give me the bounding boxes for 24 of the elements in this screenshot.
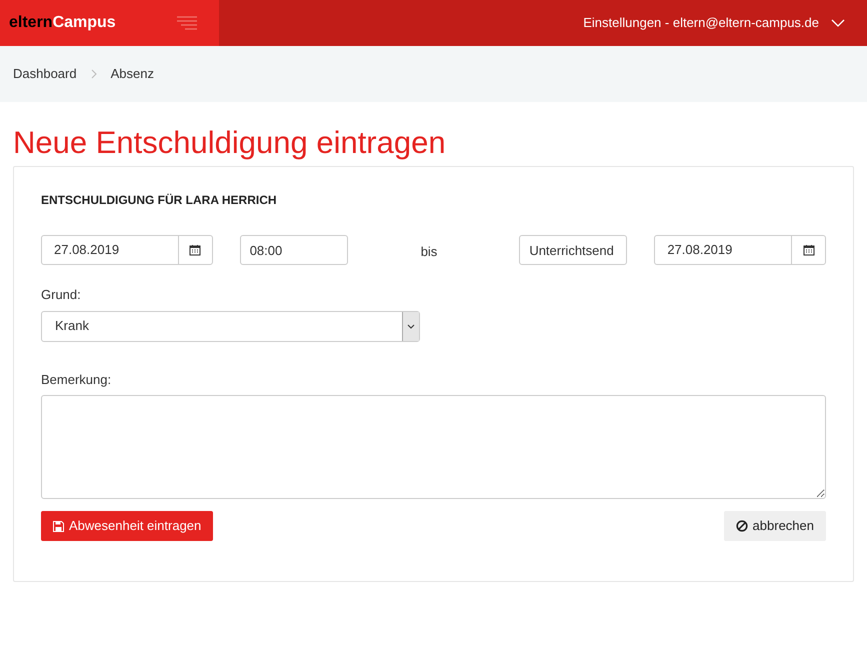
calendar-icon xyxy=(802,244,814,256)
breadcrumb-link[interactable]: Dashboard xyxy=(13,64,77,84)
calendar-icon xyxy=(189,244,202,256)
user-menu[interactable]: Einstellungen - eltern@eltern-campus.de xyxy=(583,13,819,33)
cancel-button[interactable]: abbrechen xyxy=(724,511,826,541)
reason-label: Grund: xyxy=(41,286,82,304)
ban-icon xyxy=(736,520,748,532)
page-title: Neue Entschuldigung eintragen xyxy=(12,124,447,162)
date-field[interactable]: 27.08.2019 xyxy=(654,235,826,265)
date-field[interactable]: 27.08.2019 xyxy=(41,235,213,265)
remark-label: Bemerkung: xyxy=(41,370,112,389)
separator-text: bis xyxy=(420,243,438,262)
chevron-right-icon xyxy=(90,69,97,79)
chevron-down-icon xyxy=(407,324,415,328)
time-field[interactable]: Unterrichtsend xyxy=(519,235,628,265)
reason-select[interactable]: Krank xyxy=(41,310,420,342)
form-heading: ENTSCHULDIGUNG FÜR LARA HERRICH xyxy=(41,192,278,209)
time-field[interactable]: 08:00 xyxy=(240,235,348,265)
chevron-down-icon xyxy=(831,19,845,27)
breadcrumb-link[interactable]: Absenz xyxy=(110,64,154,84)
menu-icon[interactable] xyxy=(177,16,197,30)
remark-field[interactable] xyxy=(41,395,826,499)
save-icon xyxy=(53,520,64,532)
submit-button[interactable]: Abwesenheit eintragen xyxy=(41,511,214,541)
